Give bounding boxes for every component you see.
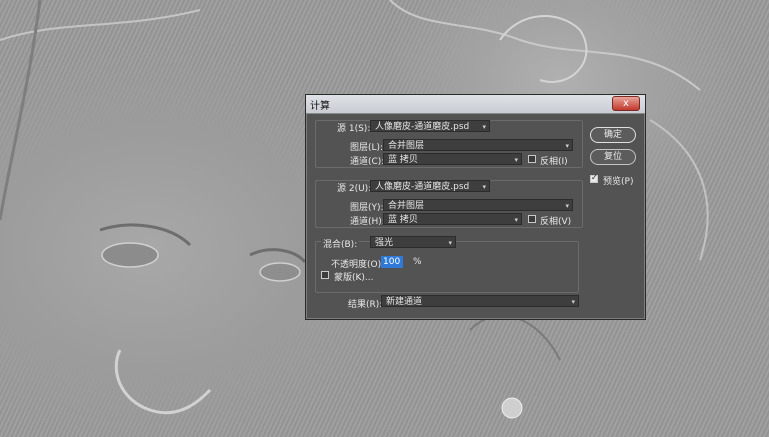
result-label: 结果(R): — [348, 300, 383, 310]
chevron-down-icon: ▾ — [482, 123, 486, 131]
source2-layer-select[interactable]: 合并图层 ▾ — [383, 199, 573, 211]
source1-channel-select[interactable]: 蓝 拷贝 ▾ — [383, 153, 522, 165]
source2-channel-label: 通道(H): — [350, 217, 385, 227]
dialog-titlebar[interactable]: 计算 x — [306, 95, 645, 114]
source1-invert-checkbox[interactable] — [528, 155, 536, 163]
mask-label: 蒙版(K)... — [334, 273, 374, 283]
chevron-down-icon: ▾ — [514, 156, 518, 164]
mask-checkbox[interactable] — [321, 271, 329, 279]
close-icon: x — [623, 98, 629, 109]
source1-label: 源 1(S): — [337, 124, 371, 134]
source2-file-select[interactable]: 人像磨皮-通道磨皮.psd ▾ — [370, 180, 490, 192]
source2-label: 源 2(U): — [337, 184, 372, 194]
opacity-unit: % — [413, 257, 422, 267]
blending-label: 混合(B): — [321, 237, 360, 250]
chevron-down-icon: ▾ — [482, 183, 486, 191]
source1-layer-label: 图层(L): — [350, 143, 384, 153]
chevron-down-icon: ▾ — [565, 142, 569, 150]
chevron-down-icon: ▾ — [571, 298, 575, 306]
chevron-down-icon: ▾ — [448, 239, 452, 247]
source1-file-select[interactable]: 人像磨皮-通道磨皮.psd ▾ — [370, 120, 490, 132]
result-select[interactable]: 新建通道 ▾ — [381, 295, 579, 307]
opacity-label: 不透明度(O): — [331, 260, 385, 270]
source1-invert-label: 反相(I) — [540, 157, 568, 167]
dialog-title: 计算 — [310, 101, 330, 112]
source2-layer-label: 图层(Y): — [350, 203, 384, 213]
preview-label: 预览(P) — [603, 177, 634, 187]
calculations-dialog: 计算 x 源 1(S): 人像磨皮-通道磨皮.psd ▾ 图层(L): 合并图层… — [305, 94, 646, 320]
opacity-input[interactable]: 100 — [381, 256, 403, 268]
preview-checkbox[interactable] — [590, 173, 598, 183]
reset-button[interactable]: 复位 — [590, 149, 636, 165]
source1-channel-label: 通道(C): — [350, 157, 385, 167]
source2-channel-select[interactable]: 蓝 拷贝 ▾ — [383, 213, 522, 225]
ok-button[interactable]: 确定 — [590, 127, 636, 143]
source2-invert-label: 反相(V) — [540, 217, 572, 227]
close-button[interactable]: x — [612, 96, 640, 111]
chevron-down-icon: ▾ — [565, 202, 569, 210]
source2-invert-checkbox[interactable] — [528, 215, 536, 223]
blending-mode-select[interactable]: 强光 ▾ — [370, 236, 456, 248]
chevron-down-icon: ▾ — [514, 216, 518, 224]
source1-layer-select[interactable]: 合并图层 ▾ — [383, 139, 573, 151]
